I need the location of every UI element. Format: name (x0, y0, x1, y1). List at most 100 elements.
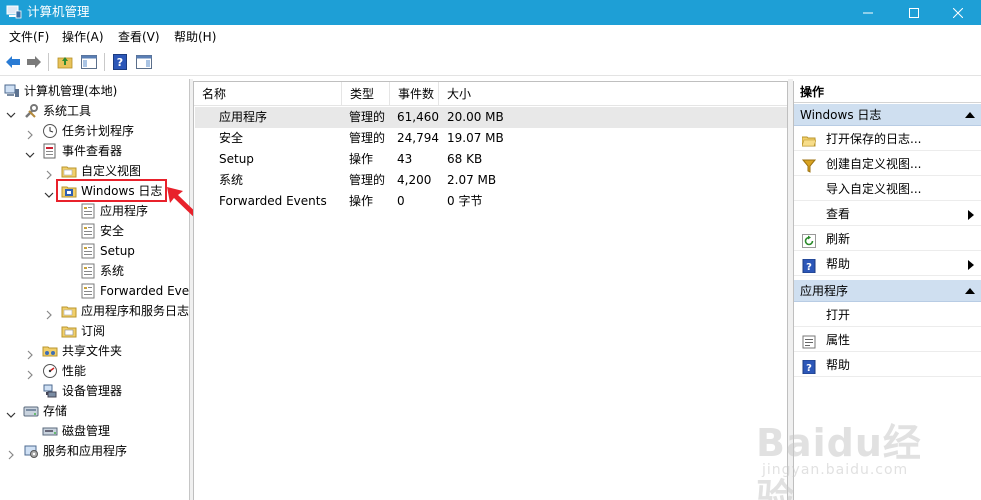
watermark-url: jingyan.baidu.com (762, 462, 909, 478)
computer-management-icon (6, 5, 22, 19)
svg-text:?: ? (806, 363, 812, 374)
back-button[interactable] (4, 53, 22, 71)
menu-help[interactable]: 帮助(H) (174, 30, 216, 45)
table-cell: 应用程序 (219, 110, 268, 124)
action-item[interactable]: 创建自定义视图... (794, 152, 981, 176)
chevron-right-icon[interactable] (44, 166, 54, 180)
svg-text:?: ? (117, 56, 123, 69)
table-cell: 2.07 MB (447, 173, 497, 187)
log-icon (80, 263, 96, 279)
tree-item[interactable]: 事件查看器 (0, 141, 189, 161)
help-icon: ? (802, 257, 816, 274)
tree-item-label: 计算机管理(本地) (24, 84, 118, 98)
clock-icon (42, 123, 58, 139)
table-cell: 68 KB (447, 152, 483, 166)
help-button[interactable]: ? (111, 53, 129, 71)
chevron-down-icon[interactable] (44, 186, 54, 198)
table-cell: 管理的 (349, 131, 386, 145)
log-icon (80, 203, 96, 219)
table-row[interactable]: 系统 管理的 4,200 2.07 MB (195, 170, 787, 191)
column-header-event-count[interactable]: 事件数 (390, 82, 439, 106)
show-hide-action-pane-button[interactable] (135, 53, 153, 71)
chevron-down-icon[interactable] (25, 146, 35, 158)
actions-group-windows-logs[interactable]: Windows 日志 (794, 104, 981, 126)
chevron-right-icon[interactable] (44, 306, 54, 320)
log-list-pane: 名称 类型 事件数 大小 应用程序 管理的 61,460 20.00 MB 安全 管理的 2… (193, 81, 788, 500)
tree-item[interactable]: 任务计划程序 (0, 121, 189, 141)
forward-button[interactable] (25, 53, 43, 71)
action-item-label: 打开保存的日志... (826, 132, 922, 146)
tree-item[interactable]: 应用程序 (0, 201, 189, 221)
tree-item[interactable]: 系统 (0, 261, 189, 281)
action-item[interactable]: 刷新 (794, 227, 981, 251)
chevron-right-icon[interactable] (6, 446, 16, 460)
actions-group-title: Windows 日志 (800, 108, 882, 122)
actions-group-title: 应用程序 (800, 284, 849, 298)
table-row[interactable]: 应用程序 管理的 61,460 20.00 MB (195, 107, 787, 128)
tree-item[interactable]: 订阅 (0, 321, 189, 341)
tree-item-label: 安全 (100, 224, 125, 238)
column-header-size[interactable]: 大小 (439, 82, 499, 106)
maximize-button[interactable] (891, 0, 937, 25)
column-header-type[interactable]: 类型 (342, 82, 390, 106)
tree-item[interactable]: 计算机管理(本地) (0, 81, 189, 101)
action-item[interactable]: 打开保存的日志... (794, 127, 981, 151)
up-folder-button[interactable] (56, 53, 74, 71)
minimize-button[interactable] (845, 0, 891, 25)
chevron-right-icon[interactable] (25, 346, 35, 360)
chevron-right-icon[interactable] (25, 126, 35, 140)
tree-item[interactable]: Forwarded Eve (0, 281, 190, 301)
close-button[interactable] (935, 0, 981, 25)
action-item[interactable]: ? 帮助 (794, 252, 981, 276)
menu-view[interactable]: 查看(V) (118, 30, 160, 45)
tree-item-label: Forwarded Eve (100, 284, 190, 298)
table-row[interactable]: Forwarded Events 操作 0 0 字节 (195, 191, 787, 212)
table-cell: 43 (397, 152, 413, 166)
collapse-up-icon[interactable] (965, 112, 975, 118)
table-cell: 安全 (219, 131, 244, 145)
show-hide-console-tree-button[interactable] (80, 53, 98, 71)
tree-item[interactable]: 共享文件夹 (0, 341, 189, 361)
table-row[interactable]: Setup 操作 43 68 KB (195, 149, 787, 170)
log-icon (80, 223, 96, 239)
submenu-arrow-icon (968, 260, 974, 270)
action-item-label: 属性 (826, 333, 851, 347)
table-cell: Setup (219, 152, 254, 166)
tree-item[interactable]: 应用程序和服务日志 (0, 301, 190, 321)
tree-item[interactable]: 自定义视图 (0, 161, 189, 181)
toolbar: ? (0, 49, 981, 76)
menu-file[interactable]: 文件(F) (9, 30, 49, 45)
actions-group-application[interactable]: 应用程序 (794, 280, 981, 302)
watermark: Baidu经验 jingyan.baidu.com (740, 410, 940, 500)
submenu-arrow-icon (968, 210, 974, 220)
services-icon (23, 443, 39, 459)
tree-item[interactable]: 性能 (0, 361, 189, 381)
chevron-down-icon[interactable] (6, 106, 16, 118)
tree-item[interactable]: 系统工具 (0, 101, 189, 121)
tree-item[interactable]: 存储 (0, 401, 189, 421)
table-row[interactable]: 安全 管理的 24,794 19.07 MB (195, 128, 787, 149)
collapse-up-icon[interactable] (965, 288, 975, 294)
tree-item[interactable]: 安全 (0, 221, 189, 241)
tree-item-label: 性能 (62, 364, 87, 378)
tree-item-label: 应用程序和服务日志 (81, 304, 190, 318)
forward-arrow-icon (27, 56, 41, 68)
action-item[interactable]: 导入自定义视图... (794, 177, 981, 201)
chevron-right-icon[interactable] (25, 366, 35, 380)
tree-item[interactable]: 服务和应用程序 (0, 441, 189, 461)
maximize-icon (909, 7, 919, 18)
tree-item[interactable]: 磁盘管理 (0, 421, 189, 441)
action-item[interactable]: ? 帮助 (794, 353, 981, 377)
column-header-name[interactable]: 名称 (194, 82, 342, 106)
tree-item-label: Setup (100, 244, 135, 258)
tree-item[interactable]: 设备管理器 (0, 381, 189, 401)
action-item[interactable]: 属性 (794, 328, 981, 352)
tree-item[interactable]: Setup (0, 241, 189, 261)
action-item[interactable]: 打开 (794, 303, 981, 327)
computer-icon (4, 83, 20, 99)
chevron-down-icon[interactable] (6, 406, 16, 418)
action-item[interactable]: 查看 (794, 202, 981, 226)
action-pane-icon (136, 55, 152, 69)
menu-action[interactable]: 操作(A) (62, 30, 104, 45)
title-bar: 计算机管理 (0, 0, 981, 25)
